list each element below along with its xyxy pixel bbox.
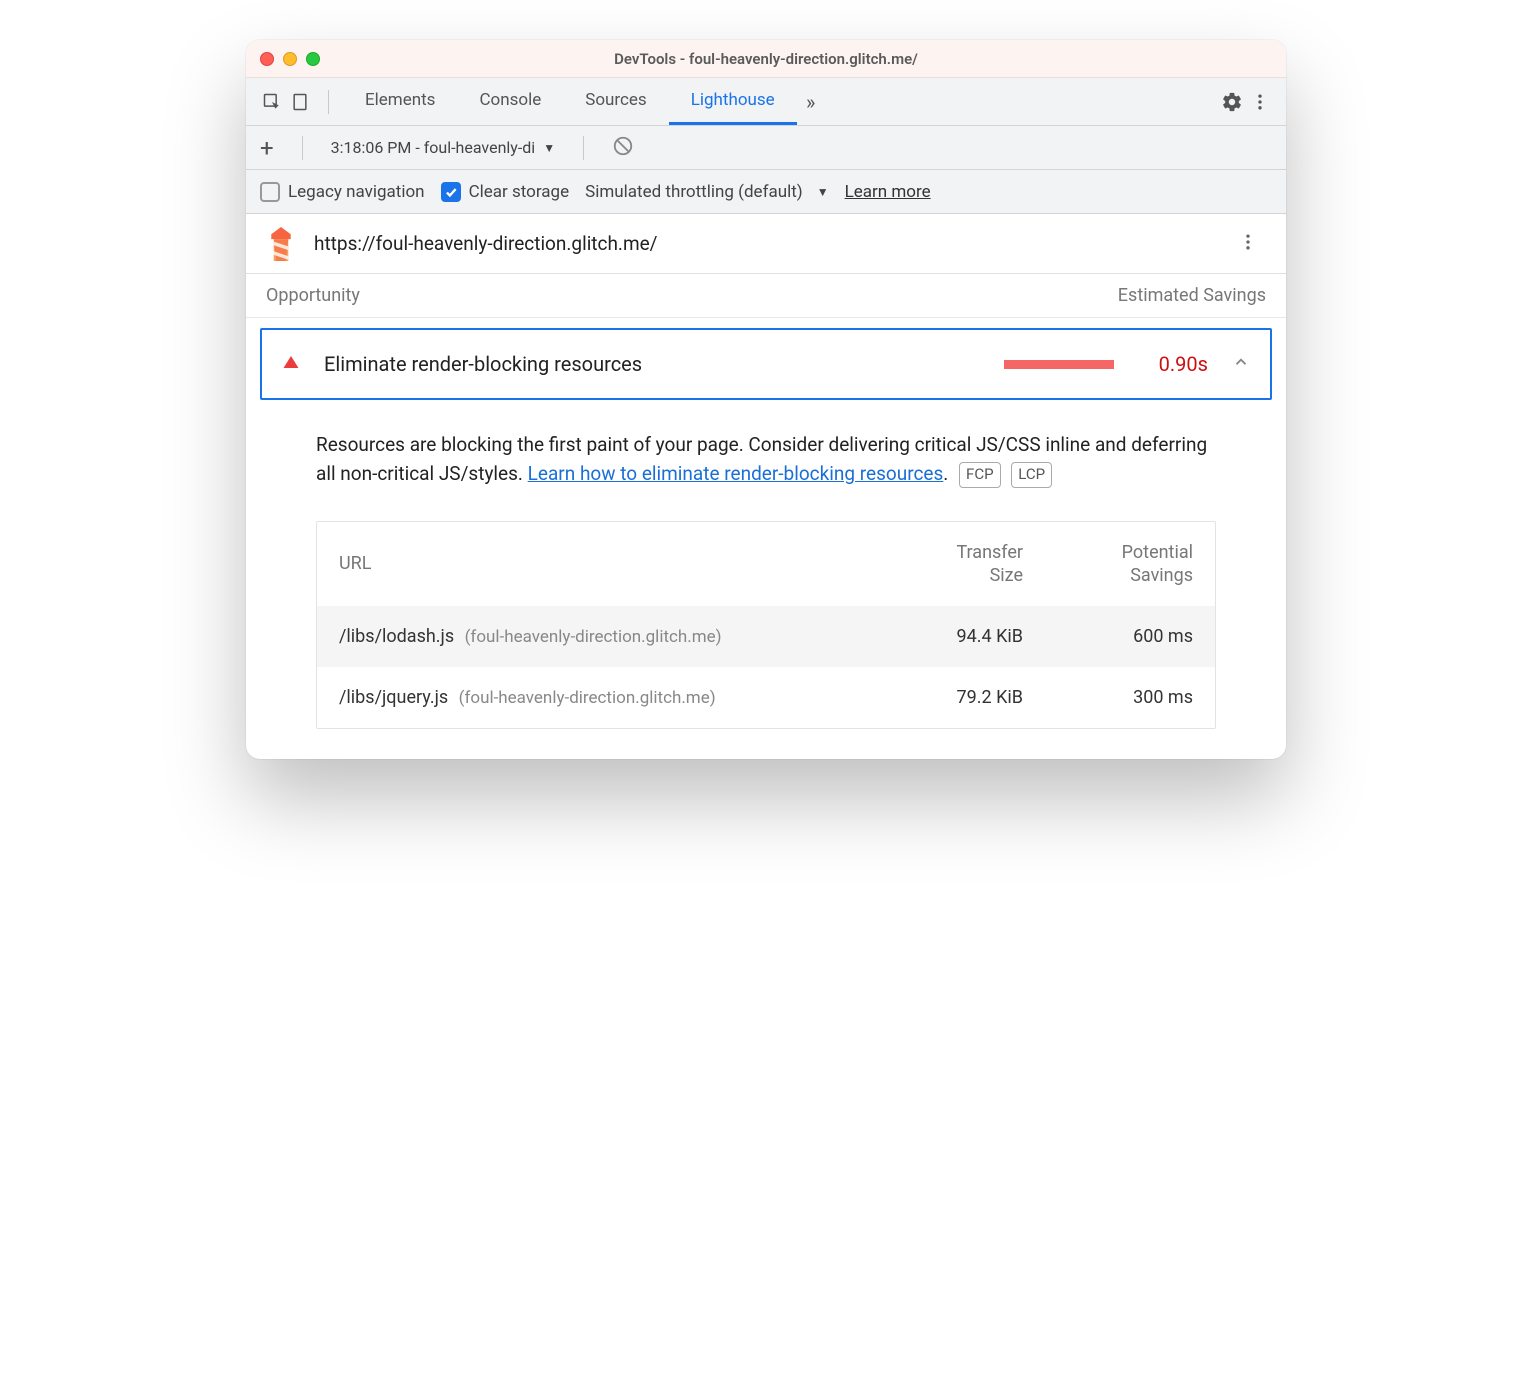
resource-savings: 300 ms	[1023, 687, 1193, 708]
kebab-icon[interactable]	[1246, 88, 1274, 116]
settings-icon[interactable]	[1218, 88, 1246, 116]
th-savings: Potential Savings	[1023, 542, 1193, 586]
caret-down-icon: ▼	[543, 141, 555, 155]
report-url: https://foul-heavenly-direction.glitch.m…	[314, 232, 658, 255]
resource-origin: (foul-heavenly-direction.glitch.me)	[459, 688, 716, 708]
th-url: URL	[339, 553, 853, 574]
report-select-label: 3:18:06 PM - foul-heavenly-di	[331, 138, 536, 157]
lighthouse-toolbar: + 3:18:06 PM - foul-heavenly-di ▼	[246, 126, 1286, 170]
table-row: /libs/jquery.js (foul-heavenly-direction…	[317, 667, 1215, 728]
opportunity-value: 0.90s	[1138, 352, 1208, 376]
legacy-label: Legacy navigation	[288, 182, 425, 202]
report-url-row: https://foul-heavenly-direction.glitch.m…	[246, 214, 1286, 274]
desc-post: .	[943, 462, 948, 485]
resource-savings: 600 ms	[1023, 626, 1193, 647]
opportunity-header: Opportunity Estimated Savings	[246, 274, 1286, 318]
separator	[328, 90, 329, 114]
report-menu-icon[interactable]	[1230, 224, 1266, 264]
table-row: /libs/lodash.js (foul-heavenly-direction…	[317, 606, 1215, 667]
opportunity-item[interactable]: Eliminate render-blocking resources 0.90…	[260, 328, 1272, 400]
resource-path: /libs/jquery.js	[339, 687, 448, 708]
throttle-label: Simulated throttling (default)	[585, 182, 803, 202]
tab-elements[interactable]: Elements	[343, 78, 457, 125]
tab-console[interactable]: Console	[457, 78, 563, 125]
savings-bar	[1004, 360, 1114, 369]
resources-table: URL Transfer Size Potential Savings /lib…	[316, 521, 1216, 729]
legacy-navigation-checkbox[interactable]: Legacy navigation	[260, 182, 425, 202]
opportunity-title: Eliminate render-blocking resources	[324, 352, 980, 376]
tag-lcp: LCP	[1011, 462, 1052, 487]
estimated-savings-label: Estimated Savings	[1118, 285, 1266, 306]
inspect-element-icon[interactable]	[258, 88, 286, 116]
clear-label: Clear storage	[469, 182, 570, 202]
desc-learn-link[interactable]: Learn how to eliminate render-blocking r…	[528, 462, 944, 485]
table-header: URL Transfer Size Potential Savings	[317, 522, 1215, 606]
caret-down-icon: ▼	[817, 185, 829, 199]
panel-tabs-row: Elements Console Sources Lighthouse »	[246, 78, 1286, 126]
throttling-select[interactable]: Simulated throttling (default) ▼	[585, 182, 828, 202]
resource-size: 79.2 KiB	[853, 687, 1023, 708]
lighthouse-settings-row: Legacy navigation Clear storage Simulate…	[246, 170, 1286, 214]
tab-sources[interactable]: Sources	[563, 78, 668, 125]
chevron-up-icon	[1232, 353, 1250, 375]
clear-icon[interactable]	[612, 135, 634, 161]
new-report-button[interactable]: +	[260, 134, 274, 162]
tab-lighthouse[interactable]: Lighthouse	[669, 78, 797, 125]
tag-fcp: FCP	[959, 462, 1001, 487]
device-toolbar-icon[interactable]	[286, 88, 314, 116]
opportunity-label: Opportunity	[266, 285, 360, 306]
lighthouse-logo-icon	[266, 227, 296, 261]
resource-origin: (foul-heavenly-direction.glitch.me)	[465, 627, 722, 647]
opportunity-description: Resources are blocking the first paint o…	[246, 410, 1286, 493]
resource-path: /libs/lodash.js	[339, 626, 454, 647]
report-select[interactable]: 3:18:06 PM - foul-heavenly-di ▼	[331, 138, 555, 157]
window-title: DevTools - foul-heavenly-direction.glitc…	[246, 50, 1286, 68]
checkbox-checked-icon	[441, 182, 461, 202]
checkbox-unchecked-icon	[260, 182, 280, 202]
fail-triangle-icon	[282, 353, 300, 375]
more-tabs-icon[interactable]: »	[797, 88, 825, 116]
devtools-window: DevTools - foul-heavenly-direction.glitc…	[246, 40, 1286, 759]
titlebar: DevTools - foul-heavenly-direction.glitc…	[246, 40, 1286, 78]
th-size: Transfer Size	[853, 542, 1023, 586]
separator	[302, 136, 303, 160]
separator	[583, 136, 584, 160]
clear-storage-checkbox[interactable]: Clear storage	[441, 182, 570, 202]
resource-size: 94.4 KiB	[853, 626, 1023, 647]
learn-more-link[interactable]: Learn more	[845, 182, 931, 202]
